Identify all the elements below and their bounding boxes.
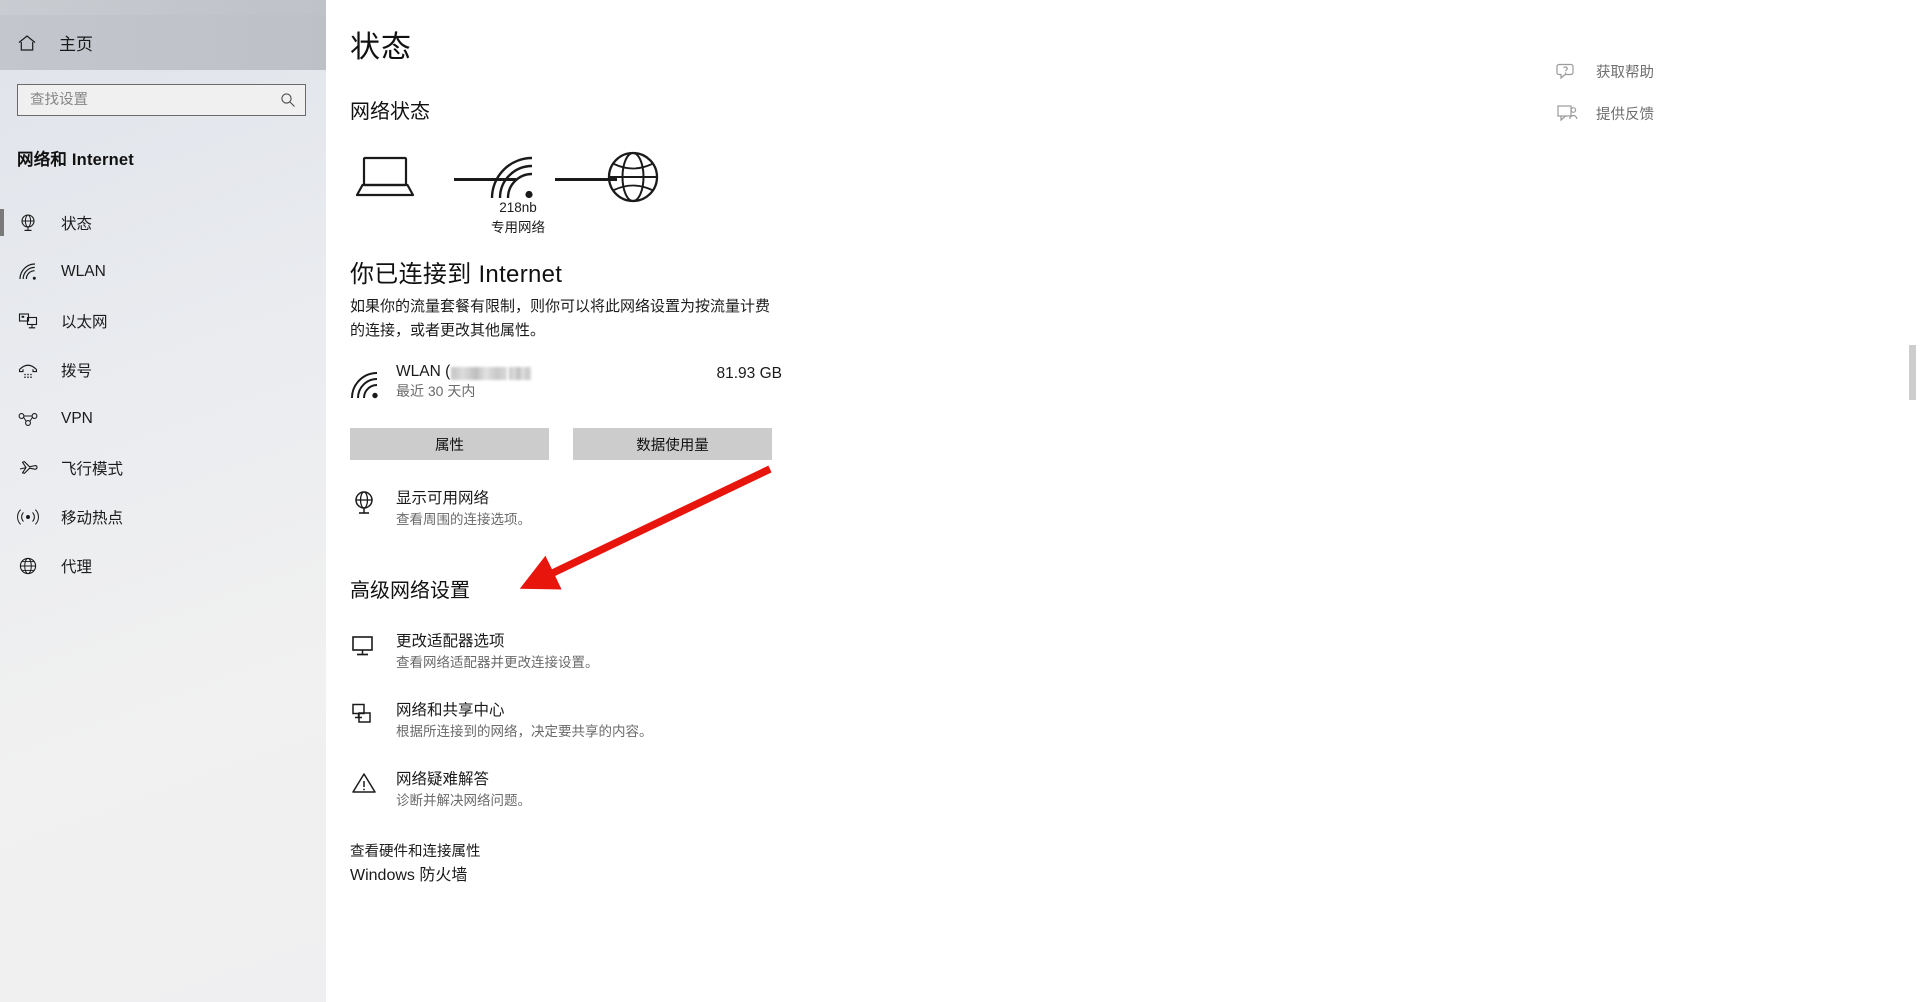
windows-firewall-heading: Windows 防火墙 (350, 867, 468, 884)
wlan-action-buttons: 属性 数据使用量 (350, 428, 1920, 460)
data-usage-button[interactable]: 数据使用量 (573, 428, 772, 460)
sidebar-item-label: 移动热点 (61, 509, 124, 527)
sidebar-item-label: 拨号 (61, 362, 93, 380)
sidebar: 主页 网络和 Internet (0, 0, 326, 1002)
help-item-label: 获取帮助 (1596, 64, 1654, 81)
home-icon (17, 33, 37, 53)
sidebar-item-ethernet[interactable]: 以太网 (0, 296, 326, 345)
link-title: 显示可用网络 (396, 490, 490, 507)
link-text-block: 网络和共享中心 根据所连接到的网络，决定要共享的内容。 (390, 698, 653, 741)
wlan-text-block: WLAN ( 最近 30 天内 (390, 363, 717, 401)
wifi-icon (350, 363, 390, 406)
globe-icon (605, 149, 661, 210)
link-subtitle: 查看周围的连接选项。 (396, 512, 531, 527)
scrollbar-thumb[interactable] (1909, 345, 1916, 400)
show-available-networks-link[interactable]: 显示可用网络 查看周围的连接选项。 (350, 486, 820, 529)
vpn-icon (17, 408, 39, 430)
search-input[interactable] (30, 92, 279, 108)
link-title: 网络疑难解答 (396, 771, 490, 788)
link-title: 更改适配器选项 (396, 633, 505, 650)
sidebar-item-airplane-mode[interactable]: 飞行模式 (0, 443, 326, 492)
wifi-icon (17, 261, 39, 283)
change-adapter-options-link[interactable]: 更改适配器选项 查看网络适配器并更改连接设置。 (350, 629, 820, 672)
sidebar-category-title: 网络和 Internet (17, 151, 134, 169)
network-diagram: 218nb 专用网络 (350, 146, 810, 246)
sidebar-item-status[interactable]: 状态 (0, 198, 326, 247)
warning-triangle-icon (350, 767, 390, 810)
network-sharing-center-link[interactable]: 网络和共享中心 根据所连接到的网络，决定要共享的内容。 (350, 698, 820, 741)
search-container (0, 70, 326, 116)
sidebar-titlebar-strip (0, 0, 326, 15)
link-title: 网络和共享中心 (396, 702, 505, 719)
properties-button[interactable]: 属性 (350, 428, 549, 460)
sidebar-item-label: 飞行模式 (61, 460, 124, 478)
connection-status-title: 你已连接到 Internet (350, 261, 563, 288)
sidebar-item-proxy[interactable]: 代理 (0, 541, 326, 590)
sidebar-item-label: WLAN (61, 262, 106, 280)
main-content: 状态 网络状态 218nb 专用网络 你已连接到 Internet 如果你的流量… (326, 0, 1920, 1002)
connection-status-description: 如果你的流量套餐有限制，则你可以将此网络设置为按流量计费的连接，或者更改其他属性… (350, 298, 771, 339)
dialup-phone-icon (17, 359, 39, 381)
globe-monitor-icon (17, 212, 39, 234)
monitor-icon (350, 629, 390, 672)
network-type: 专用网络 (491, 219, 545, 235)
hotspot-icon (17, 506, 39, 528)
wlan-data-used: 81.93 GB (716, 365, 783, 382)
airplane-icon (17, 457, 39, 479)
sidebar-item-label: 以太网 (61, 313, 108, 331)
wlan-summary-row: WLAN ( 最近 30 天内 81.93 GB (350, 363, 782, 406)
give-feedback-link[interactable]: 提供反馈 (1556, 102, 1746, 124)
feedback-icon (1556, 102, 1578, 124)
sidebar-home-button[interactable]: 主页 (0, 15, 326, 70)
settings-window: 主页 网络和 Internet (0, 0, 1920, 1002)
search-icon[interactable] (279, 91, 297, 109)
sharing-icon (350, 698, 390, 741)
link-text-block: 显示可用网络 查看周围的连接选项。 (390, 486, 531, 529)
sidebar-item-label: 代理 (61, 558, 93, 576)
redacted-ssid-block (451, 366, 508, 380)
globe-monitor-icon (350, 486, 390, 529)
diagram-caption: 218nb 专用网络 (458, 198, 578, 237)
proxy-globe-icon (17, 555, 39, 577)
sidebar-item-wlan[interactable]: WLAN (0, 247, 326, 296)
sidebar-item-hotspot[interactable]: 移动热点 (0, 492, 326, 541)
search-box[interactable] (17, 84, 306, 116)
advanced-settings-heading: 高级网络设置 (350, 580, 470, 602)
help-panel: 获取帮助 提供反馈 (1556, 60, 1746, 144)
get-help-link[interactable]: 获取帮助 (1556, 60, 1746, 82)
help-item-label: 提供反馈 (1596, 106, 1654, 123)
ethernet-icon (17, 310, 39, 332)
sidebar-item-label: 状态 (61, 215, 93, 233)
hardware-properties-link[interactable]: 查看硬件和连接属性 (350, 840, 1920, 861)
network-troubleshooter-link[interactable]: 网络疑难解答 诊断并解决网络问题。 (350, 767, 820, 810)
link-subtitle: 根据所连接到的网络，决定要共享的内容。 (396, 724, 653, 739)
question-help-icon (1556, 60, 1578, 82)
link-text-block: 更改适配器选项 查看网络适配器并更改连接设置。 (390, 629, 599, 672)
sidebar-item-vpn[interactable]: VPN (0, 394, 326, 443)
sidebar-nav: 状态 WLAN 以太网 拨号 VPN 飞行模式 移动热点 代理 (0, 198, 326, 590)
wlan-usage-period: 最近 30 天内 (396, 383, 476, 399)
network-name: 218nb (499, 200, 537, 215)
laptop-icon (355, 154, 415, 207)
wlan-adapter-name: WLAN ( (396, 363, 717, 381)
wlan-name-prefix: WLAN ( (396, 363, 451, 380)
sidebar-item-dialup[interactable]: 拨号 (0, 345, 326, 394)
page-title: 状态 (350, 31, 412, 64)
redacted-ssid-block (509, 366, 532, 380)
link-text-block: 网络疑难解答 诊断并解决网络问题。 (390, 767, 531, 810)
sidebar-home-label: 主页 (59, 35, 93, 54)
link-subtitle: 诊断并解决网络问题。 (396, 793, 531, 808)
vertical-scrollbar[interactable] (1904, 0, 1920, 1002)
sidebar-item-label: VPN (61, 409, 93, 427)
link-subtitle: 查看网络适配器并更改连接设置。 (396, 655, 599, 670)
